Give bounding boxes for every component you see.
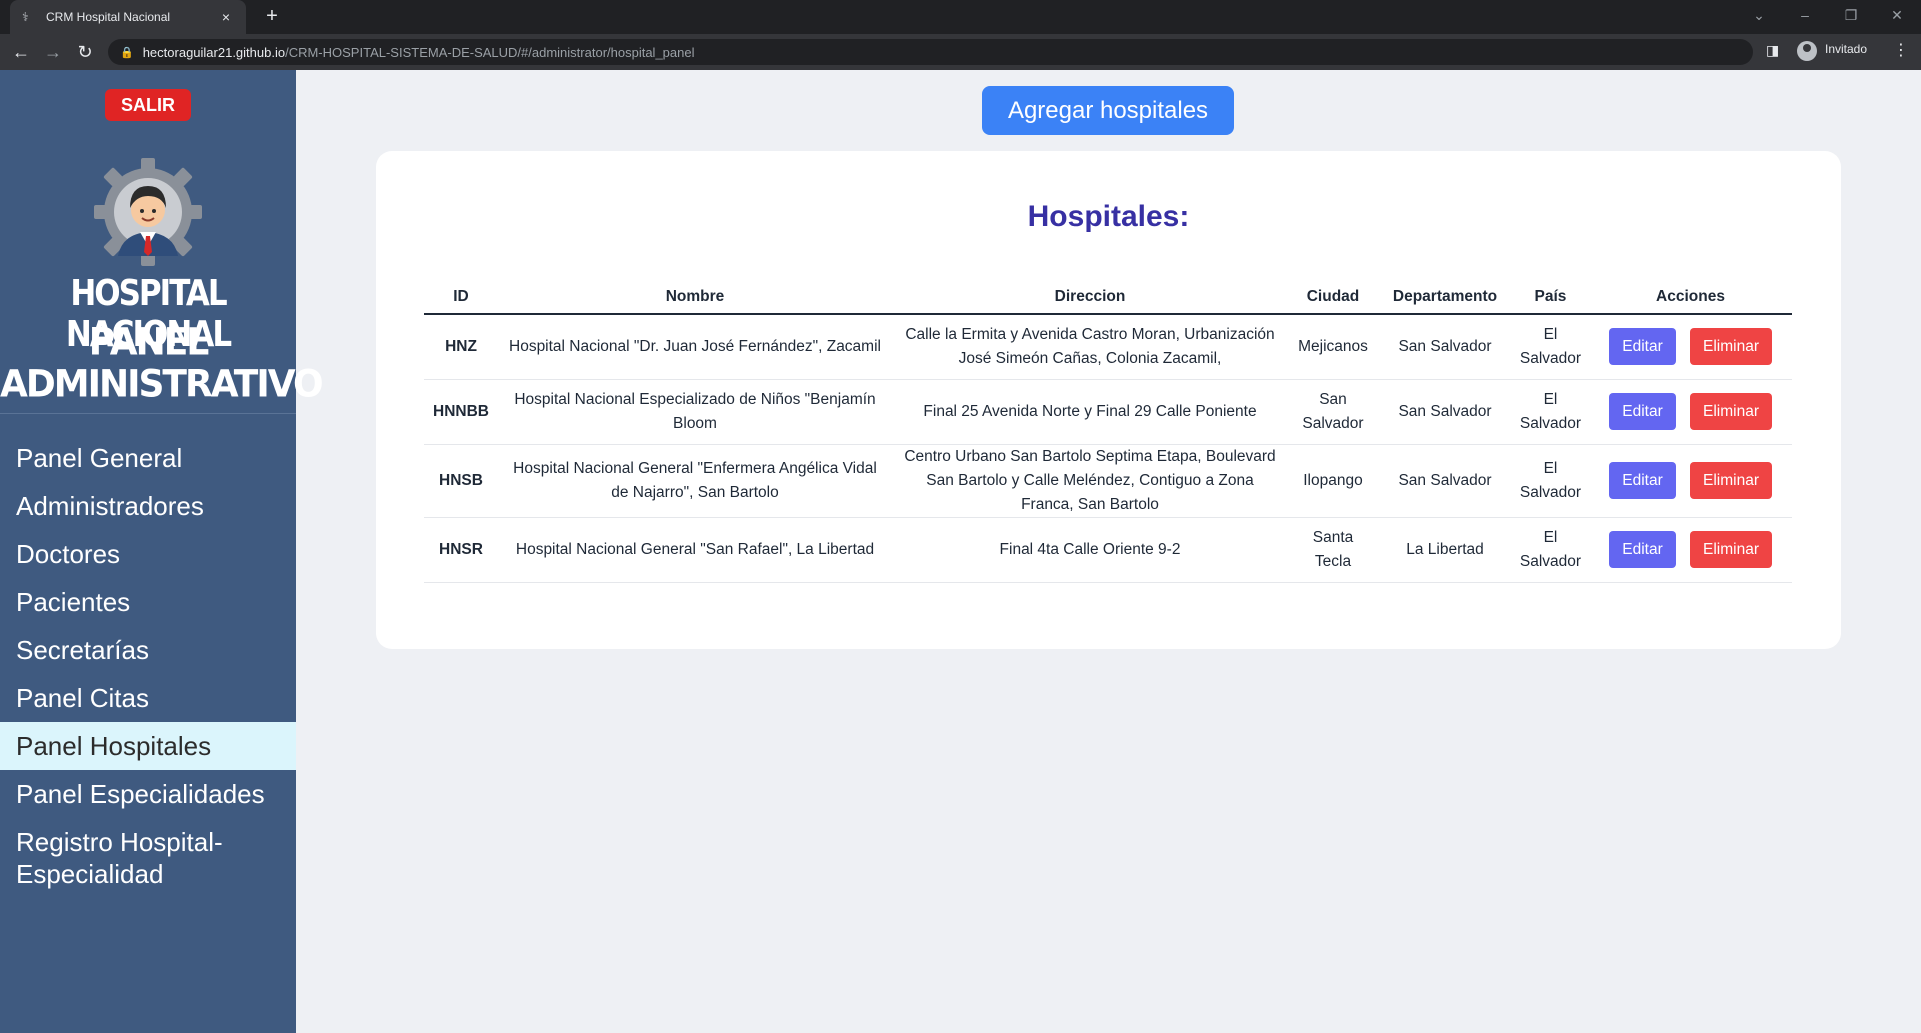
sidebar-item-panel-especialidades[interactable]: Panel Especialidades — [0, 770, 296, 818]
logout-button[interactable]: SALIR — [105, 89, 191, 121]
cell-acciones: Editar Eliminar — [1589, 314, 1792, 380]
sidebar-nav: Panel General Administradores Doctores P… — [0, 434, 296, 898]
profile-icon[interactable] — [1797, 41, 1817, 61]
sidebar-item-registro-hospital-especialidad[interactable]: Registro Hospital-Especialidad — [0, 818, 296, 898]
cell-nombre: Hospital Nacional Especializado de Niños… — [498, 379, 892, 445]
cell-direccion: Centro Urbano San Bartolo Septima Etapa,… — [892, 444, 1288, 518]
cell-pais: El Salvador — [1512, 314, 1589, 380]
cell-pais: El Salvador — [1512, 517, 1589, 583]
edit-button[interactable]: Editar — [1609, 328, 1676, 366]
cell-departamento: San Salvador — [1378, 314, 1512, 380]
browser-tab-strip: ⚕ CRM Hospital Nacional × + ⌄ – ❐ ✕ — [0, 0, 1921, 34]
brand-subtitle: PANEL ADMINISTRATIVO — [0, 320, 324, 406]
reload-icon[interactable]: ↻ — [74, 41, 96, 63]
table-row: HNSB Hospital Nacional General "Enfermer… — [424, 444, 1792, 518]
browser-toolbar: ← → ↻ 🔒 hectoraguilar21.github.io /CRM-H… — [0, 34, 1921, 70]
edit-button[interactable]: Editar — [1609, 531, 1676, 568]
cell-ciudad: San Salvador — [1288, 379, 1378, 445]
cell-nombre: Hospital Nacional "Dr. Juan José Fernánd… — [498, 314, 892, 380]
sidebar-item-doctores[interactable]: Doctores — [0, 530, 296, 578]
cell-direccion: Final 4ta Calle Oriente 9-2 — [892, 517, 1288, 583]
cell-nombre: Hospital Nacional General "San Rafael", … — [498, 517, 892, 583]
table-row: HNZ Hospital Nacional "Dr. Juan José Fer… — [424, 314, 1792, 380]
column-header-nombre: Nombre — [498, 281, 892, 315]
sidebar-item-administradores[interactable]: Administradores — [0, 482, 296, 530]
cell-acciones: Editar Eliminar — [1589, 517, 1792, 583]
sidebar-item-panel-general[interactable]: Panel General — [0, 434, 296, 482]
minimize-icon[interactable]: – — [1795, 7, 1815, 23]
cell-direccion: Final 25 Avenida Norte y Final 29 Calle … — [892, 379, 1288, 445]
address-bar[interactable]: 🔒 hectoraguilar21.github.io /CRM-HOSPITA… — [108, 39, 1753, 65]
add-hospitals-button[interactable]: Agregar hospitales — [982, 86, 1234, 135]
cell-id: HNSR — [424, 517, 498, 583]
cell-ciudad: Mejicanos — [1288, 314, 1378, 380]
column-header-direccion: Direccion — [892, 281, 1288, 315]
delete-button[interactable]: Eliminar — [1690, 328, 1772, 366]
table-header-row: ID Nombre Direccion Ciudad Departamento … — [424, 281, 1792, 315]
cell-id: HNNBB — [424, 379, 498, 445]
cell-ciudad: Santa Tecla — [1288, 517, 1378, 583]
cell-id: HNZ — [424, 314, 498, 380]
column-header-pais: País — [1512, 281, 1589, 315]
cell-departamento: La Libertad — [1378, 517, 1512, 583]
tab-search-icon[interactable]: ⌄ — [1749, 7, 1769, 24]
page-title: Hospitales: — [1027, 200, 1190, 233]
url-host: hectoraguilar21.github.io — [142, 44, 286, 60]
sidebar-item-secretarias[interactable]: Secretarías — [0, 626, 296, 674]
cell-departamento: San Salvador — [1378, 379, 1512, 445]
sidebar-item-pacientes[interactable]: Pacientes — [0, 578, 296, 626]
cell-acciones: Editar Eliminar — [1589, 444, 1792, 518]
sidebar: SALIR HOSPITAL NACIONAL PANEL ADMINISTRA… — [0, 70, 324, 1033]
cell-nombre: Hospital Nacional General "Enfermera Ang… — [498, 444, 892, 518]
forward-icon[interactable]: → — [42, 41, 64, 63]
url-path: /CRM-HOSPITAL-SISTEMA-DE-SALUD/#/adminis… — [285, 44, 695, 60]
sidebar-item-panel-citas[interactable]: Panel Citas — [0, 674, 296, 722]
edit-button[interactable]: Editar — [1609, 462, 1676, 499]
cell-pais: El Salvador — [1512, 379, 1589, 445]
sidebar-item-panel-hospitales[interactable]: Panel Hospitales — [0, 722, 296, 770]
back-icon[interactable]: ← — [10, 41, 32, 63]
cell-id: HNSB — [424, 444, 498, 518]
sidebar-divider — [0, 413, 296, 414]
cell-ciudad: Ilopango — [1288, 444, 1378, 518]
table-row: HNNBB Hospital Nacional Especializado de… — [424, 379, 1792, 445]
column-header-departamento: Departamento — [1378, 281, 1512, 315]
close-icon[interactable]: × — [218, 9, 234, 25]
tab-title: CRM Hospital Nacional — [46, 10, 171, 24]
restore-icon[interactable]: ❐ — [1841, 7, 1861, 24]
brand-subtitle-line1: PANEL — [88, 320, 210, 364]
lock-icon: 🔒 — [120, 46, 134, 59]
brand-subtitle-line2: ADMINISTRATIVO — [0, 362, 324, 406]
column-header-acciones: Acciones — [1589, 281, 1792, 315]
column-header-ciudad: Ciudad — [1288, 281, 1378, 315]
admin-avatar-icon — [94, 158, 202, 266]
hospitals-card: Hospitales: ID Nombre Direccion Ciudad D… — [376, 151, 1841, 649]
caduceus-icon: ⚕ — [22, 10, 29, 24]
table-row: HNSR Hospital Nacional General "San Rafa… — [424, 517, 1792, 583]
menu-icon[interactable]: ⋮ — [1893, 40, 1909, 60]
column-header-id: ID — [424, 281, 498, 315]
window-close-icon[interactable]: ✕ — [1887, 7, 1907, 24]
cell-pais: El Salvador — [1512, 444, 1589, 518]
delete-button[interactable]: Eliminar — [1690, 393, 1772, 430]
side-panel-icon[interactable]: ◨ — [1766, 42, 1779, 59]
delete-button[interactable]: Eliminar — [1690, 531, 1772, 568]
profile-label[interactable]: Invitado — [1825, 42, 1867, 56]
new-tab-icon[interactable]: + — [260, 5, 284, 29]
hospitals-table: ID Nombre Direccion Ciudad Departamento … — [424, 281, 1792, 583]
browser-tab[interactable]: ⚕ CRM Hospital Nacional × — [10, 0, 246, 34]
cell-direccion: Calle la Ermita y Avenida Castro Moran, … — [892, 314, 1288, 380]
edit-button[interactable]: Editar — [1609, 393, 1676, 430]
cell-acciones: Editar Eliminar — [1589, 379, 1792, 445]
delete-button[interactable]: Eliminar — [1690, 462, 1772, 499]
cell-departamento: San Salvador — [1378, 444, 1512, 518]
